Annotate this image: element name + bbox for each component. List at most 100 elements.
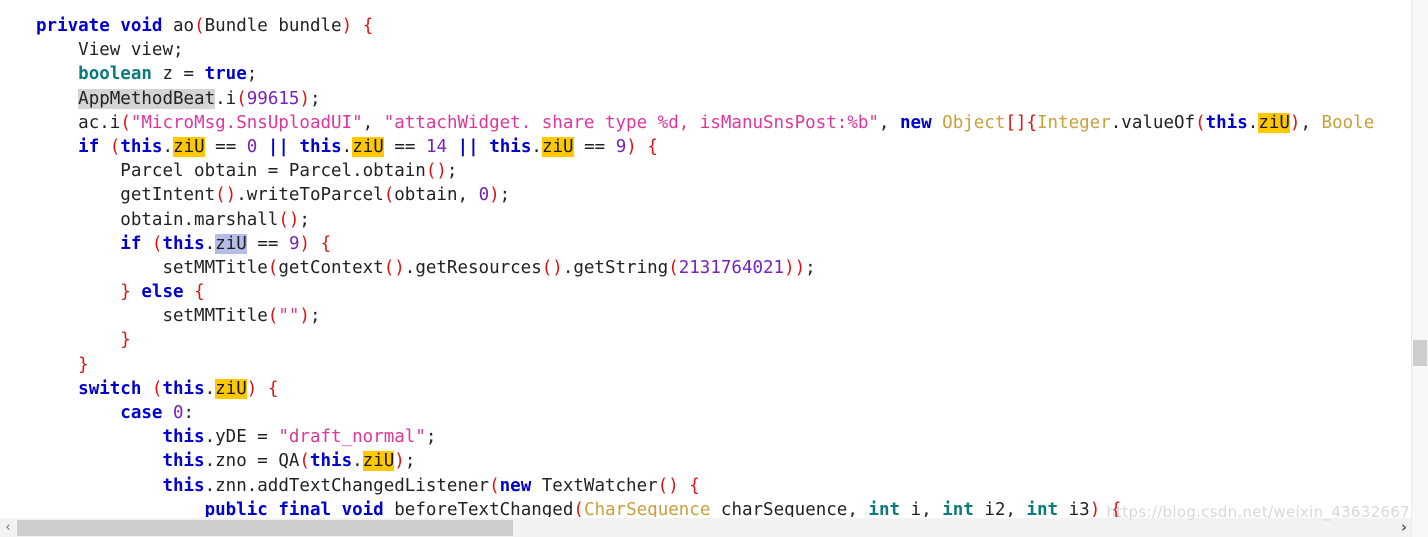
- code-line[interactable]: AppMethodBeat.i(99615);: [0, 87, 1374, 111]
- code-line[interactable]: boolean z = true;: [0, 62, 1374, 86]
- code-token: ;: [299, 209, 310, 230]
- code-line[interactable]: setMMTitle("");: [0, 304, 1374, 328]
- code-token: []: [1005, 112, 1027, 133]
- code-token: (: [573, 499, 584, 518]
- code-line[interactable]: }: [0, 328, 1374, 352]
- code-line[interactable]: View view;: [0, 38, 1374, 62]
- code-line[interactable]: this.yDE = "draft_normal";: [0, 425, 1374, 449]
- code-token: }: [78, 354, 89, 375]
- code-line[interactable]: if (this.ziU == 9) {: [0, 232, 1374, 256]
- code-token-highlighted: ziU: [215, 378, 247, 399]
- code-token: beforeTextChanged: [383, 499, 574, 518]
- code-token: "": [278, 306, 300, 327]
- code-token: final: [278, 499, 332, 518]
- code-token: 9: [288, 233, 300, 254]
- code-token: (): [541, 257, 563, 278]
- code-token: i2,: [973, 499, 1027, 518]
- code-content[interactable]: private void ao(Bundle bundle) { View vi…: [0, 14, 1374, 518]
- code-token: (): [425, 161, 447, 182]
- scroll-left-arrow-icon[interactable]: ‹: [0, 518, 16, 537]
- code-token: i3: [1058, 499, 1090, 518]
- code-token: {: [362, 16, 374, 36]
- vertical-scrollbar-thumb[interactable]: [1413, 340, 1427, 366]
- code-token: ||: [457, 136, 479, 157]
- code-token: View view;: [78, 40, 184, 61]
- code-token: int: [942, 499, 974, 518]
- code-token-highlighted: ziU: [173, 136, 205, 157]
- horizontal-scrollbar[interactable]: ‹ ›: [0, 517, 1412, 537]
- code-line[interactable]: private void ao(Bundle bundle) {: [0, 14, 1374, 38]
- code-viewport[interactable]: private void ao(Bundle bundle) { View vi…: [0, 0, 1412, 518]
- code-line[interactable]: if (this.ziU == 0 || this.ziU == 14 || t…: [0, 135, 1374, 159]
- code-token-highlighted: AppMethodBeat: [78, 88, 216, 109]
- code-token: ): [626, 136, 637, 157]
- code-token: .writeToParcel: [236, 185, 384, 206]
- code-token: (: [668, 257, 679, 278]
- code-token: ;: [404, 451, 416, 472]
- code-line[interactable]: Parcel obtain = Parcel.obtain();: [0, 159, 1374, 183]
- code-token-highlighted: ziU: [215, 233, 247, 254]
- code-token: (: [120, 112, 131, 133]
- code-token: (): [278, 209, 300, 230]
- code-token: Object: [942, 112, 1006, 133]
- code-line[interactable]: this.zno = QA(this.ziU);: [0, 449, 1374, 473]
- code-token: void: [341, 499, 384, 518]
- code-token: i,: [900, 499, 943, 518]
- code-line[interactable]: ac.i("MicroMsg.SnsUploadUI", "attachWidg…: [0, 111, 1374, 135]
- code-token: :: [183, 403, 195, 423]
- code-token: this: [162, 427, 205, 448]
- code-token: .: [352, 451, 363, 472]
- code-token: "MicroMsg.SnsUploadUI": [130, 112, 363, 133]
- horizontal-scrollbar-thumb[interactable]: [17, 520, 513, 536]
- code-token: setMMTitle: [162, 306, 268, 327]
- code-token: 9: [615, 136, 627, 157]
- code-line[interactable]: switch (this.ziU) {: [0, 377, 1374, 401]
- code-token: .znn.addTextChangedListener: [204, 475, 490, 496]
- code-line[interactable]: public final void beforeTextChanged(Char…: [0, 498, 1374, 518]
- code-token: ): [394, 451, 405, 472]
- code-token: (: [383, 185, 395, 206]
- code-token: new: [900, 112, 932, 133]
- code-token: 2131764021: [678, 257, 785, 278]
- code-token: getContext: [278, 257, 384, 278]
- code-token: .: [341, 136, 353, 157]
- code-token: Boole: [1321, 112, 1375, 133]
- code-line[interactable]: } else {: [0, 280, 1374, 304]
- code-line[interactable]: case 0:: [0, 401, 1374, 425]
- code-token: .: [162, 136, 174, 157]
- code-line[interactable]: obtain.marshall();: [0, 208, 1374, 232]
- code-token: (: [151, 378, 163, 399]
- code-token: charSequence,: [710, 499, 869, 518]
- code-token: ): [1289, 112, 1301, 133]
- code-token: .: [204, 233, 216, 254]
- code-token: void: [120, 16, 163, 36]
- scroll-right-arrow-icon[interactable]: ›: [1396, 518, 1412, 537]
- code-token: {: [267, 378, 279, 399]
- code-line[interactable]: }: [0, 353, 1374, 377]
- code-line[interactable]: setMMTitle(getContext().getResources().g…: [0, 256, 1374, 280]
- vertical-scrollbar[interactable]: [1411, 0, 1428, 537]
- code-token: )): [784, 257, 806, 278]
- code-token: {: [320, 233, 332, 254]
- code-token: this: [162, 233, 205, 254]
- code-token: ,: [362, 112, 384, 133]
- code-token: "attachWidget. share type %d, isManuSnsP…: [383, 112, 879, 133]
- code-token: Integer: [1037, 112, 1111, 133]
- code-line[interactable]: getIntent().writeToParcel(obtain, 0);: [0, 183, 1374, 207]
- code-line[interactable]: this.znn.addTextChangedListener(new Text…: [0, 474, 1374, 498]
- code-token: ==: [204, 136, 247, 157]
- code-token: int: [868, 499, 901, 518]
